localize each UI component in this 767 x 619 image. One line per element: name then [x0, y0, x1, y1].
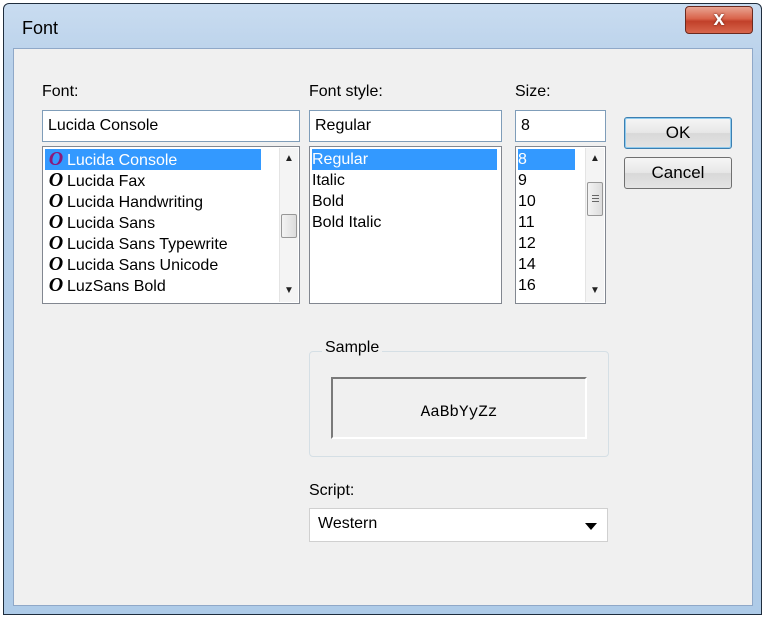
font-type-icon: O [48, 190, 64, 212]
font-style-listbox[interactable]: Regular Italic Bold Bold Italic [309, 146, 502, 304]
font-list-item-label: Lucida Console [67, 152, 178, 169]
size-list-item-label: 12 [518, 235, 536, 252]
font-style-input[interactable]: Regular [309, 110, 502, 142]
size-input[interactable]: 8 [515, 110, 606, 142]
cancel-button[interactable]: Cancel [624, 157, 732, 189]
style-list-item-label: Bold [312, 193, 345, 210]
font-list-item[interactable]: O Lucida Handwriting [45, 191, 261, 212]
font-type-icon: O [48, 169, 64, 191]
size-list-item[interactable]: 12 [518, 233, 575, 254]
dialog-title: Font [22, 18, 59, 38]
style-list-item[interactable]: Bold [312, 191, 497, 212]
size-label: Size: [515, 83, 551, 100]
script-dropdown[interactable]: Western [309, 508, 608, 542]
font-list-item-label: Lucida Sans Unicode [67, 257, 219, 274]
scroll-down-icon[interactable]: ▼ [586, 282, 604, 300]
font-list-item[interactable]: O Lucida Fax [45, 170, 261, 191]
font-list-item-label: Lucida Handwriting [67, 194, 204, 211]
font-label: Font: [42, 83, 79, 100]
font-listbox[interactable]: ▲ ▼ O Lucida Console O Lucida Fax O Lucida Ha… [42, 146, 300, 304]
grip-icon [592, 195, 599, 196]
font-name-input[interactable]: Lucida Console [42, 110, 300, 142]
font-type-icon: O [48, 232, 64, 254]
font-list-scrollbar[interactable]: ▲ ▼ [279, 148, 298, 302]
size-list-item[interactable]: 10 [518, 191, 575, 212]
font-list-item[interactable]: O LuzSans Bold [45, 275, 261, 296]
script-value: Western [318, 515, 378, 532]
script-label: Script: [309, 482, 355, 499]
style-list-item[interactable]: Regular [312, 149, 497, 170]
close-icon: x [713, 8, 725, 30]
style-list-item[interactable]: Italic [312, 170, 497, 191]
font-list-item-label: LuzSans Bold [67, 278, 166, 295]
style-list-item-label: Italic [312, 172, 345, 189]
size-list-scroll-thumb[interactable] [587, 182, 603, 216]
size-list-item[interactable]: 14 [518, 254, 575, 275]
size-list-item-label: 9 [518, 172, 527, 189]
font-type-icon: O [48, 211, 64, 233]
sample-text: AaBbYyZz [420, 403, 498, 421]
font-list-item-label: Lucida Sans [67, 215, 156, 232]
font-list-item[interactable]: O Lucida Sans Typewrite [45, 233, 261, 254]
scroll-up-icon[interactable]: ▲ [280, 150, 298, 168]
font-list-scroll-thumb[interactable] [281, 214, 297, 238]
ok-button[interactable]: OK [624, 117, 732, 149]
sample-label: Sample [322, 339, 383, 357]
size-list-item[interactable]: 9 [518, 170, 575, 191]
grip-icon [592, 201, 599, 202]
size-list-item-label: 16 [518, 277, 536, 294]
size-list-item-label: 11 [518, 214, 535, 231]
font-list-item[interactable]: O Lucida Console [45, 149, 261, 170]
size-list-item-label: 14 [518, 256, 536, 273]
chevron-down-icon [585, 523, 597, 530]
scroll-down-icon[interactable]: ▼ [280, 282, 298, 300]
font-type-icon: O [48, 148, 64, 170]
font-type-icon: O [48, 253, 64, 275]
title-bar: Font x [4, 4, 761, 40]
style-list-item-label: Regular [312, 151, 369, 168]
font-list-item[interactable]: O Lucida Sans [45, 212, 261, 233]
size-list-scrollbar[interactable]: ▲ ▼ [585, 148, 604, 302]
style-list-item[interactable]: Bold Italic [312, 212, 497, 233]
size-list-item-label: 10 [518, 193, 536, 210]
sample-preview: AaBbYyZz [331, 377, 587, 439]
scroll-up-icon[interactable]: ▲ [586, 150, 604, 168]
size-list-item-label: 8 [518, 151, 527, 168]
font-type-icon: O [48, 274, 64, 296]
font-style-label: Font style: [309, 83, 383, 100]
font-dialog: Font x Font: Lucida Console ▲ ▼ O Lucida … [3, 3, 762, 615]
style-list-item-label: Bold Italic [312, 214, 382, 231]
size-list-item[interactable]: 8 [518, 149, 575, 170]
size-listbox[interactable]: ▲ ▼ 8 9 10 11 12 14 16 [515, 146, 606, 304]
size-list-item[interactable]: 16 [518, 275, 575, 296]
font-list-item[interactable]: O Lucida Sans Unicode [45, 254, 261, 275]
font-list-item-label: Lucida Sans Typewrite [67, 236, 228, 253]
close-button[interactable]: x [685, 6, 753, 34]
dialog-client-area: Font: Lucida Console ▲ ▼ O Lucida Console… [13, 48, 753, 606]
font-list-item-label: Lucida Fax [67, 173, 146, 190]
grip-icon [592, 198, 599, 199]
size-list-item[interactable]: 11 [518, 212, 575, 233]
